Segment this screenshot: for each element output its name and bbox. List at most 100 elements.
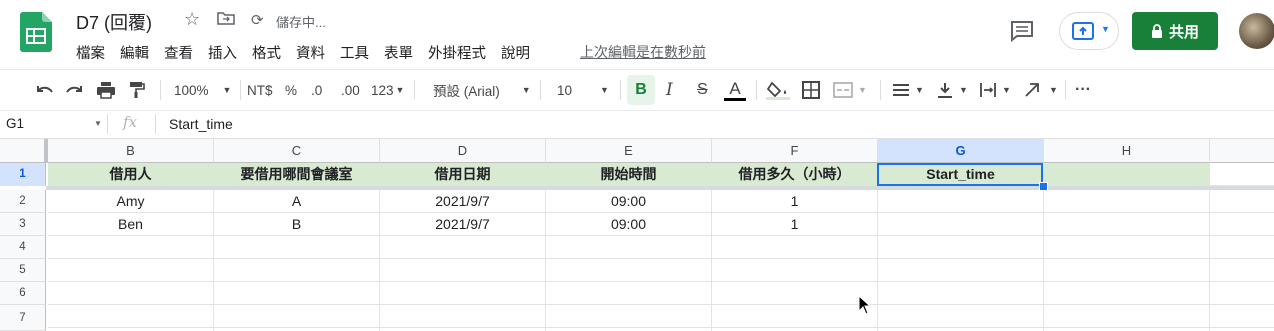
column-header-b[interactable]: B xyxy=(48,139,214,163)
comment-icon[interactable] xyxy=(1010,20,1034,42)
zoom-value: 100% xyxy=(174,82,209,98)
cell-d2[interactable]: 2021/9/7 xyxy=(380,190,546,213)
column-header-d[interactable]: D xyxy=(380,139,546,163)
column-header-g[interactable]: G xyxy=(878,139,1044,163)
menu-data[interactable]: 資料 xyxy=(296,42,325,63)
cell-f3[interactable]: 1 xyxy=(712,213,878,236)
saving-status: 儲存中... xyxy=(276,15,326,30)
redo-icon[interactable] xyxy=(65,70,85,110)
font-size-value: 10 xyxy=(557,82,573,98)
share-label: 共用 xyxy=(1168,23,1199,41)
sheets-logo-icon[interactable] xyxy=(20,12,52,52)
row-header-7[interactable]: 7 xyxy=(0,305,46,331)
column-header-i[interactable] xyxy=(1210,139,1274,163)
chevron-down-icon[interactable]: ▼ xyxy=(94,119,102,128)
more-formats-button[interactable]: 123 ▼ xyxy=(371,70,404,110)
menu-form[interactable]: 表單 xyxy=(384,42,413,63)
row-header-5[interactable]: 5 xyxy=(0,259,46,282)
cell-h2[interactable] xyxy=(1044,190,1210,213)
cell-f1[interactable]: 借用多久（小時） xyxy=(712,163,878,186)
cell-d3[interactable]: 2021/9/7 xyxy=(380,213,546,236)
name-box[interactable]: G1 xyxy=(6,116,24,131)
fx-icon: fx xyxy=(123,113,138,131)
cell-c1[interactable]: 要借用哪間會議室 xyxy=(214,163,380,186)
move-to-folder-icon[interactable] xyxy=(217,11,235,25)
cell-d1[interactable]: 借用日期 xyxy=(380,163,546,186)
row-header-4[interactable]: 4 xyxy=(0,236,46,259)
present-button[interactable]: ▼ xyxy=(1059,12,1119,50)
column-header-f[interactable]: F xyxy=(712,139,878,163)
cell-c3[interactable]: B xyxy=(214,213,380,236)
font-select[interactable]: 預設 (Arial) ▼ xyxy=(433,70,531,110)
row-header-2[interactable]: 2 xyxy=(0,190,46,213)
menu-edit[interactable]: 編輯 xyxy=(120,42,149,63)
cell-f2[interactable]: 1 xyxy=(712,190,878,213)
chevron-down-icon: ▼ xyxy=(395,85,405,95)
menu-addons[interactable]: 外掛程式 xyxy=(428,42,486,63)
toolbar: 100% ▼ NT$ % .0 .00 123 ▼ 預設 (Arial) ▼ 1… xyxy=(0,69,1274,111)
cell-b2[interactable]: Amy xyxy=(48,190,214,213)
paint-bucket-icon xyxy=(767,81,787,97)
menu-view[interactable]: 查看 xyxy=(164,42,193,63)
more-icon[interactable]: ··· xyxy=(1075,70,1091,110)
row-header-1[interactable]: 1 xyxy=(0,163,46,186)
italic-button[interactable]: I xyxy=(666,70,673,110)
font-size-select[interactable]: 10 ▼ xyxy=(557,70,609,110)
text-rotation-icon[interactable]: ▼ xyxy=(1024,70,1058,110)
column-header-e[interactable]: E xyxy=(546,139,712,163)
decrease-decimal-button[interactable]: .0 xyxy=(311,70,322,110)
bold-button[interactable]: B xyxy=(627,75,655,105)
menu-insert[interactable]: 插入 xyxy=(208,42,237,63)
last-edit-link[interactable]: 上次編輯是在數秒前 xyxy=(580,42,706,62)
paint-format-icon[interactable] xyxy=(128,70,146,110)
vertical-align-icon[interactable]: ▼ xyxy=(936,70,968,110)
menu-format[interactable]: 格式 xyxy=(252,42,281,63)
share-button[interactable]: 共用 xyxy=(1132,12,1218,50)
cell-c2[interactable]: A xyxy=(214,190,380,213)
column-header-c[interactable]: C xyxy=(214,139,380,163)
menu-bar: 檔案 編輯 查看 插入 格式 資料 工具 表單 外掛程式 說明 xyxy=(76,42,545,63)
cell-e2[interactable]: 09:00 xyxy=(546,190,712,213)
select-all-corner[interactable] xyxy=(0,139,46,163)
row-header-6[interactable]: 6 xyxy=(0,282,46,305)
text-wrap-icon[interactable]: ▼ xyxy=(979,70,1011,110)
mouse-pointer-icon xyxy=(858,295,872,315)
cell-e1[interactable]: 開始時間 xyxy=(546,163,712,186)
cell-g3[interactable] xyxy=(878,213,1044,236)
cell-b1[interactable]: 借用人 xyxy=(48,163,214,186)
row-header-3[interactable]: 3 xyxy=(0,213,46,236)
formula-input[interactable]: Start_time xyxy=(169,116,233,132)
chevron-down-icon: ▼ xyxy=(1101,24,1110,34)
document-title[interactable]: D7 (回覆) xyxy=(76,9,152,35)
percent-button[interactable]: % xyxy=(285,70,297,110)
strikethrough-button[interactable]: S xyxy=(697,70,708,110)
borders-icon[interactable] xyxy=(802,70,820,110)
undo-icon[interactable] xyxy=(34,70,54,110)
column-header-h[interactable]: H xyxy=(1044,139,1210,163)
cell-g2[interactable] xyxy=(878,190,1044,213)
sync-icon: ⟳ xyxy=(251,12,264,29)
cell-h1[interactable] xyxy=(1044,163,1210,186)
text-color-letter: A xyxy=(729,78,741,98)
menu-file[interactable]: 檔案 xyxy=(76,42,105,63)
increase-decimal-button[interactable]: .00 xyxy=(341,70,360,110)
horizontal-align-icon[interactable]: ▼ xyxy=(892,70,924,110)
chevron-down-icon: ▼ xyxy=(915,85,924,95)
avatar[interactable] xyxy=(1239,13,1274,49)
cell-e3[interactable]: 09:00 xyxy=(546,213,712,236)
cell-b3[interactable]: Ben xyxy=(48,213,214,236)
star-icon[interactable]: ☆ xyxy=(184,9,200,30)
zoom-select[interactable]: 100% ▼ xyxy=(174,70,231,110)
merge-cells-icon[interactable]: ▼ xyxy=(833,70,867,110)
currency-button[interactable]: NT$ xyxy=(247,70,273,110)
text-color-button[interactable]: A xyxy=(724,70,746,110)
menu-tools[interactable]: 工具 xyxy=(340,42,369,63)
font-name: 預設 (Arial) xyxy=(433,84,500,99)
menu-help[interactable]: 說明 xyxy=(501,42,530,63)
cell-i1[interactable] xyxy=(1210,163,1274,186)
fill-handle[interactable] xyxy=(1039,182,1048,191)
fill-color-button[interactable] xyxy=(766,70,790,110)
lock-icon xyxy=(1151,24,1162,38)
cell-h3[interactable] xyxy=(1044,213,1210,236)
print-icon[interactable] xyxy=(96,70,116,110)
